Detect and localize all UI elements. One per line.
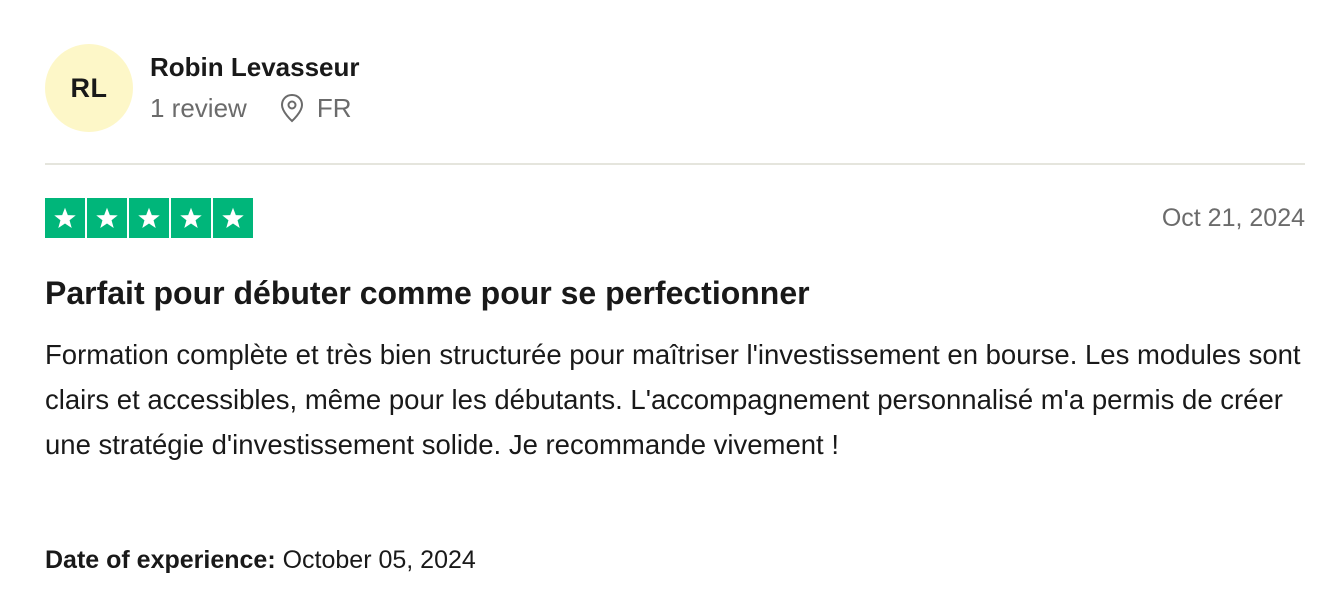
avatar-initials: RL [70,72,108,103]
experience-date: October 05, 2024 [282,546,476,574]
star-icon [138,207,160,228]
review-count: 1 review [150,93,247,123]
review-date: Oct 21, 2024 [1161,204,1305,232]
divider [45,163,1305,165]
consumer-details: Robin Levasseur 1 review FR [150,44,360,123]
star-icon [222,207,244,228]
date-of-experience: Date of experience: October 05, 2024 [45,544,476,576]
rating-row: Oct 21, 2024 [45,198,1305,240]
star-2 [87,198,127,238]
star-icon [96,207,118,228]
star-3 [129,198,169,238]
experience-label: Date of experience: [45,546,276,574]
consumer-country: FR [316,93,352,123]
review-body: Formation complète et très bien structur… [45,339,1301,460]
consumer-name[interactable]: Robin Levasseur [150,51,360,83]
consumer-meta: 1 review FR [150,93,360,123]
consumer-info: RL Robin Levasseur 1 review FR [45,44,360,132]
avatar[interactable]: RL [45,44,133,132]
review-card: RL Robin Levasseur 1 review FR Oct 21, 2… [45,0,1305,609]
star-5 [213,198,253,238]
star-icon [180,207,202,228]
star-4 [171,198,211,238]
location-pin-icon [279,93,305,123]
review-title[interactable]: Parfait pour débuter comme pour se perfe… [45,273,810,313]
star-rating [45,198,1305,238]
star-icon [54,207,76,228]
star-1 [45,198,85,238]
